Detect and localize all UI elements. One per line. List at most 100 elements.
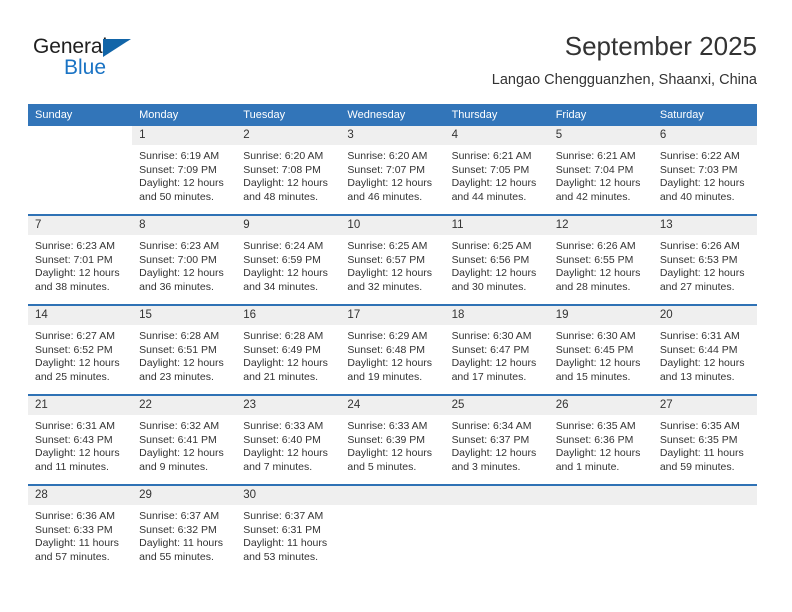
calendar-day-cell[interactable]: 25 Sunrise: 6:34 AM Sunset: 6:37 PM Dayligh… bbox=[444, 394, 549, 485]
day-cell-details: Sunrise: 6:32 AM Sunset: 6:41 PM Daylight:… bbox=[132, 415, 236, 474]
sunrise-text: Sunrise: 6:37 AM bbox=[139, 510, 220, 522]
calendar-day-cell[interactable]: 5 Sunrise: 6:21 AM Sunset: 7:04 PM Daylight… bbox=[548, 126, 653, 215]
day-cell-inner: 7 Sunrise: 6:23 AM Sunset: 7:01 PM Daylight… bbox=[28, 216, 133, 304]
daylight-text-line1: Daylight: 12 hours bbox=[347, 267, 433, 280]
calendar-page: General Blue September 2025 Langao Cheng… bbox=[0, 0, 792, 612]
daylight-text-line2: and 53 minutes. bbox=[243, 550, 318, 563]
sunrise-text: Sunrise: 6:20 AM bbox=[243, 150, 324, 162]
calendar-day-cell[interactable]: 23 Sunrise: 6:33 AM Sunset: 6:40 PM Dayligh… bbox=[236, 394, 341, 485]
daylight-text-line1: Daylight: 12 hours bbox=[555, 267, 641, 280]
calendar-day-cell[interactable]: 21 Sunrise: 6:31 AM Sunset: 6:43 PM Dayligh… bbox=[28, 394, 133, 485]
daylight-text-line2: and 42 minutes. bbox=[555, 190, 631, 203]
day-number: 11 bbox=[444, 216, 549, 235]
weekday-header-wednesday: Wednesday bbox=[340, 104, 445, 126]
calendar-day-cell[interactable]: 16 Sunrise: 6:28 AM Sunset: 6:49 PM Dayligh… bbox=[236, 304, 341, 395]
sunset-text: Sunset: 6:45 PM bbox=[555, 343, 634, 356]
daylight-text-line2: and 1 minute. bbox=[555, 460, 620, 473]
calendar-day-cell[interactable]: 30 Sunrise: 6:37 AM Sunset: 6:31 PM Dayligh… bbox=[236, 484, 341, 574]
daylight-text-line2: and 46 minutes. bbox=[347, 190, 423, 203]
calendar-day-cell[interactable]: 14 Sunrise: 6:27 AM Sunset: 6:52 PM Dayligh… bbox=[28, 304, 133, 395]
calendar-body: 1 Sunrise: 6:19 AM Sunset: 7:09 PM Daylight… bbox=[28, 126, 757, 574]
day-number: 3 bbox=[340, 126, 445, 145]
calendar-day-cell[interactable]: 19 Sunrise: 6:30 AM Sunset: 6:45 PM Dayligh… bbox=[548, 304, 653, 395]
calendar-day-cell[interactable]: 17 Sunrise: 6:29 AM Sunset: 6:48 PM Dayligh… bbox=[340, 304, 445, 395]
sunset-text: Sunset: 6:48 PM bbox=[347, 343, 426, 356]
calendar-day-cell[interactable]: 18 Sunrise: 6:30 AM Sunset: 6:47 PM Dayligh… bbox=[444, 304, 549, 395]
calendar-day-cell[interactable]: 9 Sunrise: 6:24 AM Sunset: 6:59 PM Daylight… bbox=[236, 214, 341, 305]
day-cell-inner: 26 Sunrise: 6:35 AM Sunset: 6:36 PM Dayligh… bbox=[548, 396, 653, 484]
calendar-day-cell[interactable]: 10 Sunrise: 6:25 AM Sunset: 6:57 PM Dayligh… bbox=[340, 214, 445, 305]
day-cell-inner: 4 Sunrise: 6:21 AM Sunset: 7:05 PM Daylight… bbox=[444, 126, 549, 214]
day-cell-details: Sunrise: 6:33 AM Sunset: 6:40 PM Daylight:… bbox=[236, 415, 340, 474]
calendar-day-cell[interactable]: 3 Sunrise: 6:20 AM Sunset: 7:07 PM Daylight… bbox=[340, 126, 445, 215]
day-cell-inner: 17 Sunrise: 6:29 AM Sunset: 6:48 PM Dayligh… bbox=[340, 306, 445, 394]
calendar-day-cell[interactable]: 22 Sunrise: 6:32 AM Sunset: 6:41 PM Dayligh… bbox=[132, 394, 237, 485]
daylight-text-line2: and 3 minutes. bbox=[451, 460, 521, 473]
calendar-day-cell[interactable]: 6 Sunrise: 6:22 AM Sunset: 7:03 PM Daylight… bbox=[652, 126, 757, 215]
day-cell-inner: 16 Sunrise: 6:28 AM Sunset: 6:49 PM Dayligh… bbox=[236, 306, 341, 394]
weekday-header-sunday: Sunday bbox=[28, 104, 133, 126]
calendar-day-cell[interactable]: 29 Sunrise: 6:37 AM Sunset: 6:32 PM Dayligh… bbox=[132, 484, 237, 574]
general-blue-logo: General Blue bbox=[33, 36, 213, 84]
day-cell-details: Sunrise: 6:35 AM Sunset: 6:36 PM Daylight:… bbox=[549, 415, 653, 474]
day-cell-details: Sunrise: 6:19 AM Sunset: 7:09 PM Daylight:… bbox=[132, 145, 236, 204]
calendar-day-cell[interactable]: 8 Sunrise: 6:23 AM Sunset: 7:00 PM Daylight… bbox=[132, 214, 237, 305]
calendar-day-cell[interactable]: 20 Sunrise: 6:31 AM Sunset: 6:44 PM Dayligh… bbox=[652, 304, 757, 395]
daylight-text-line2: and 19 minutes. bbox=[347, 370, 423, 383]
calendar-day-cell[interactable]: 11 Sunrise: 6:25 AM Sunset: 6:56 PM Dayligh… bbox=[444, 214, 549, 305]
day-cell-details: Sunrise: 6:37 AM Sunset: 6:32 PM Daylight:… bbox=[132, 505, 236, 564]
sunset-text: Sunset: 6:31 PM bbox=[243, 523, 321, 536]
daylight-text-line2: and 48 minutes. bbox=[243, 190, 318, 203]
day-cell-details: Sunrise: 6:28 AM Sunset: 6:49 PM Daylight:… bbox=[236, 325, 340, 384]
sunrise-text: Sunrise: 6:33 AM bbox=[347, 420, 428, 432]
sunset-text: Sunset: 6:37 PM bbox=[451, 433, 530, 446]
calendar-empty-cell bbox=[548, 484, 653, 574]
sunset-text: Sunset: 6:49 PM bbox=[243, 343, 321, 356]
daylight-text-line1: Daylight: 12 hours bbox=[347, 447, 433, 460]
calendar-header-row: Sunday Monday Tuesday Wednesday Thursday… bbox=[28, 104, 757, 126]
day-cell-inner: 28 Sunrise: 6:36 AM Sunset: 6:33 PM Dayligh… bbox=[28, 486, 133, 574]
sunset-text: Sunset: 6:32 PM bbox=[139, 523, 217, 536]
logo-text-general: General bbox=[33, 35, 108, 58]
day-cell-details: Sunrise: 6:21 AM Sunset: 7:04 PM Daylight:… bbox=[549, 145, 653, 204]
day-cell-details: Sunrise: 6:28 AM Sunset: 6:51 PM Daylight:… bbox=[132, 325, 236, 384]
day-cell-inner: 22 Sunrise: 6:32 AM Sunset: 6:41 PM Dayligh… bbox=[132, 396, 237, 484]
day-cell-details: Sunrise: 6:21 AM Sunset: 7:05 PM Daylight:… bbox=[445, 145, 549, 204]
sunset-text: Sunset: 6:55 PM bbox=[555, 253, 634, 266]
day-cell-details: Sunrise: 6:24 AM Sunset: 6:59 PM Daylight:… bbox=[236, 235, 340, 294]
daylight-text-line2: and 57 minutes. bbox=[35, 550, 110, 563]
sunrise-text: Sunrise: 6:26 AM bbox=[555, 240, 636, 252]
sunrise-text: Sunrise: 6:25 AM bbox=[451, 240, 532, 252]
day-cell-details: Sunrise: 6:26 AM Sunset: 6:53 PM Daylight:… bbox=[653, 235, 757, 294]
daylight-text-line1: Daylight: 11 hours bbox=[139, 537, 223, 550]
sunset-text: Sunset: 7:04 PM bbox=[555, 163, 634, 176]
calendar-day-cell[interactable]: 12 Sunrise: 6:26 AM Sunset: 6:55 PM Dayligh… bbox=[548, 214, 653, 305]
calendar-week-row: 21 Sunrise: 6:31 AM Sunset: 6:43 PM Dayligh… bbox=[28, 394, 757, 485]
sunrise-text: Sunrise: 6:25 AM bbox=[347, 240, 428, 252]
calendar-day-cell[interactable]: 15 Sunrise: 6:28 AM Sunset: 6:51 PM Dayligh… bbox=[132, 304, 237, 395]
day-cell-details: Sunrise: 6:23 AM Sunset: 7:01 PM Daylight:… bbox=[28, 235, 132, 294]
day-cell-details: Sunrise: 6:20 AM Sunset: 7:08 PM Daylight:… bbox=[236, 145, 340, 204]
sunrise-text: Sunrise: 6:27 AM bbox=[35, 330, 115, 342]
calendar-day-cell[interactable]: 7 Sunrise: 6:23 AM Sunset: 7:01 PM Daylight… bbox=[28, 214, 133, 305]
calendar-day-cell[interactable]: 28 Sunrise: 6:36 AM Sunset: 6:33 PM Dayligh… bbox=[28, 484, 133, 574]
calendar-day-cell[interactable]: 4 Sunrise: 6:21 AM Sunset: 7:05 PM Daylight… bbox=[444, 126, 549, 215]
daylight-text-line1: Daylight: 12 hours bbox=[555, 357, 641, 370]
calendar-day-cell[interactable]: 24 Sunrise: 6:33 AM Sunset: 6:39 PM Dayligh… bbox=[340, 394, 445, 485]
day-cell-details: Sunrise: 6:34 AM Sunset: 6:37 PM Daylight:… bbox=[445, 415, 549, 474]
day-number bbox=[652, 486, 757, 505]
day-cell-details: Sunrise: 6:26 AM Sunset: 6:55 PM Daylight:… bbox=[549, 235, 653, 294]
daylight-text-line2: and 15 minutes. bbox=[555, 370, 631, 383]
calendar-day-cell[interactable]: 2 Sunrise: 6:20 AM Sunset: 7:08 PM Daylight… bbox=[236, 126, 341, 215]
day-cell-inner bbox=[28, 126, 132, 214]
calendar-day-cell[interactable]: 1 Sunrise: 6:19 AM Sunset: 7:09 PM Daylight… bbox=[132, 126, 237, 215]
sunrise-text: Sunrise: 6:23 AM bbox=[35, 240, 115, 252]
calendar-day-cell[interactable]: 27 Sunrise: 6:35 AM Sunset: 6:35 PM Dayligh… bbox=[652, 394, 757, 485]
sunset-text: Sunset: 6:41 PM bbox=[139, 433, 217, 446]
calendar-day-cell[interactable]: 13 Sunrise: 6:26 AM Sunset: 6:53 PM Dayligh… bbox=[652, 214, 757, 305]
calendar-day-cell[interactable]: 26 Sunrise: 6:35 AM Sunset: 6:36 PM Dayligh… bbox=[548, 394, 653, 485]
sunset-text: Sunset: 6:57 PM bbox=[347, 253, 426, 266]
daylight-text-line1: Daylight: 12 hours bbox=[451, 267, 537, 280]
day-cell-details: Sunrise: 6:35 AM Sunset: 6:35 PM Daylight:… bbox=[653, 415, 757, 474]
daylight-text-line1: Daylight: 12 hours bbox=[139, 267, 224, 280]
